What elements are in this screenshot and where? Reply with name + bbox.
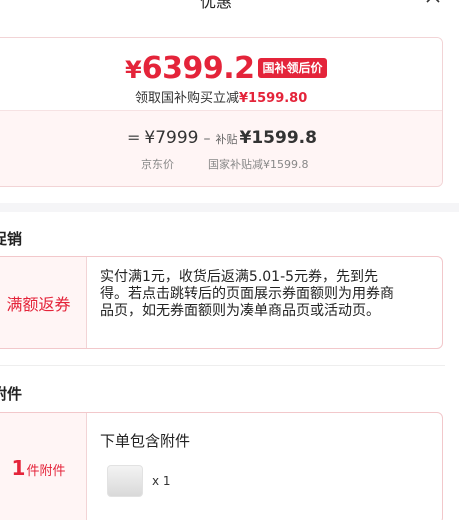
final-price-section: ¥ 6399.2 国补领后价 领取国补购买立减¥1599.80 xyxy=(0,38,442,110)
subsidy-amount: ¥1599.80 xyxy=(239,91,308,106)
subsidy-line: 领取国补购买立减¥1599.80 xyxy=(135,87,307,106)
accessory-quantity: x 1 xyxy=(152,474,171,488)
accessories-section-title: 附件 xyxy=(0,385,23,403)
subsidy-label: 补贴 xyxy=(215,133,238,146)
jd-price-value: ¥7999 xyxy=(144,128,199,148)
final-price-row: ¥ 6399.2 国补领后价 xyxy=(125,50,327,86)
promotion-name: 满额返券 xyxy=(6,294,71,314)
price-card: ¥ 6399.2 国补领后价 领取国补购买立减¥1599.80 = ¥7999 … xyxy=(0,37,443,187)
accessories-heading: 下单包含附件 xyxy=(100,432,191,450)
promotion-section-title: 促销 xyxy=(0,230,23,248)
accessory-count: 1 xyxy=(11,456,26,480)
accessory-unit: 件附件 xyxy=(26,464,66,479)
promotion-type-cell: 满额返券 xyxy=(0,257,87,348)
divider-line xyxy=(0,365,445,366)
subsidy-value: ¥1599.8 xyxy=(239,128,317,148)
section-divider xyxy=(0,203,459,212)
promotion-description: 实付满1元，收货后返满5.01-5元券，先到先得。若点击跳转后的页面展示券面额则… xyxy=(100,269,394,319)
national-subsidy-caption: 国家补贴减¥1599.8 xyxy=(208,158,309,171)
price-breakdown: = ¥7999 – 补贴 ¥1599.8 京东价 国家补贴减¥1599.8 xyxy=(0,110,442,186)
equals-sign: = xyxy=(127,128,141,147)
final-price: 6399.2 xyxy=(141,50,255,86)
accessories-card[interactable]: 1 件附件 下单包含附件 x 1 xyxy=(0,412,443,520)
price-formula: = ¥7999 – 补贴 ¥1599.8 xyxy=(127,128,317,148)
currency-symbol: ¥ xyxy=(125,56,142,84)
panel-title: 优惠 xyxy=(200,0,233,11)
promotion-card[interactable]: 满额返券 实付满1元，收货后返满5.01-5元券，先到先得。若点击跳转后的页面展… xyxy=(0,256,443,349)
price-tag-badge: 国补领后价 xyxy=(258,58,327,78)
jd-price-caption: 京东价 xyxy=(141,158,174,171)
subsidy-prefix: 领取国补购买立减 xyxy=(135,91,240,106)
close-icon[interactable] xyxy=(423,0,443,6)
minus-sign: – xyxy=(203,131,211,147)
accessory-count-cell: 1 件附件 xyxy=(0,413,87,520)
accessory-thumbnail[interactable] xyxy=(107,465,143,497)
